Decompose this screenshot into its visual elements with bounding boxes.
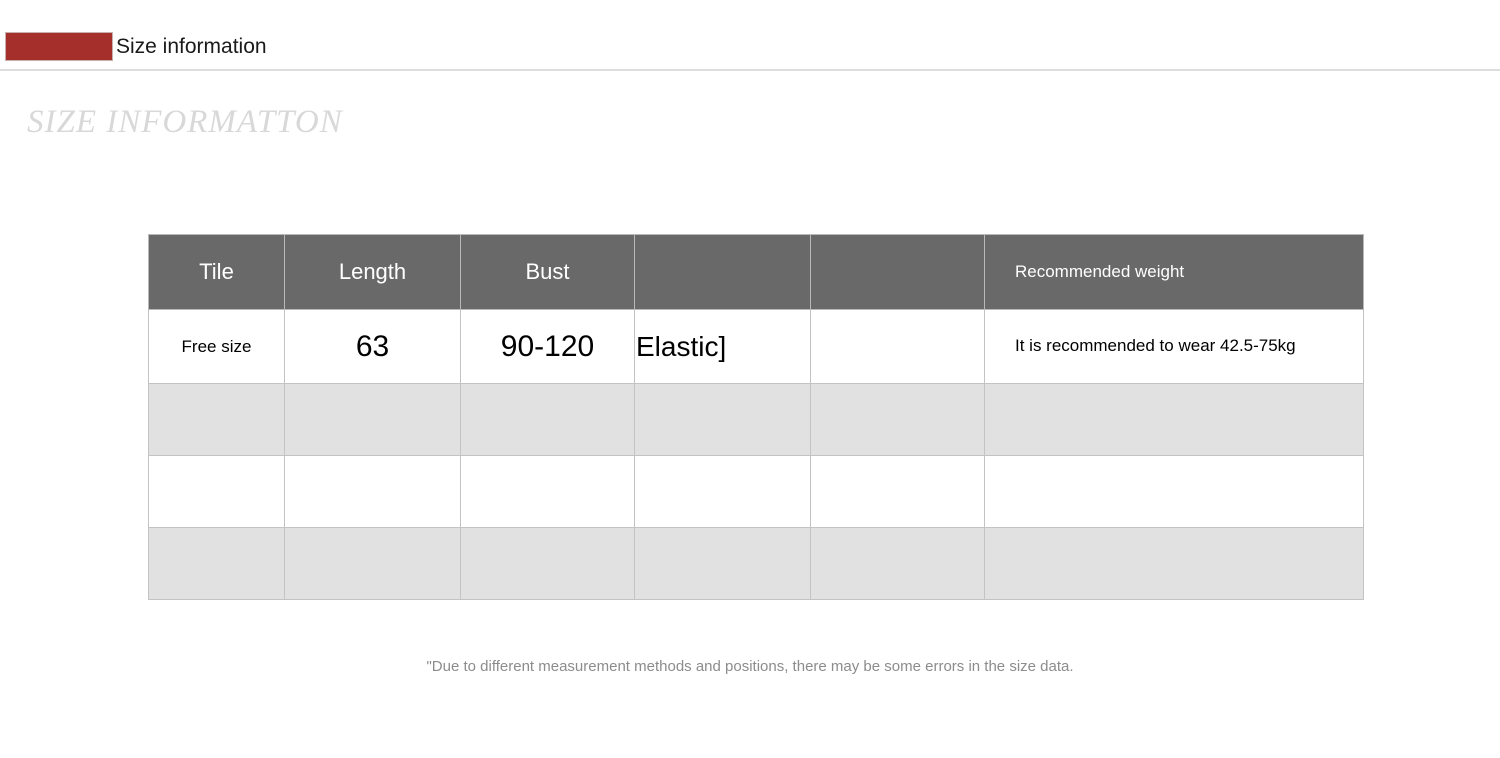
blank-cell	[284, 383, 461, 456]
blank-cell	[810, 383, 985, 456]
top-bar: Size information	[0, 0, 1500, 71]
accent-bar	[5, 32, 113, 61]
size-table-body: Free size 63 90-120 Elastic] It is recom…	[148, 309, 1364, 600]
header-cell-length: Length	[284, 234, 461, 310]
blank-cell	[460, 383, 635, 456]
table-row: Free size 63 90-120 Elastic] It is recom…	[148, 309, 1364, 384]
blank-cell	[460, 527, 635, 600]
table-row-blank	[148, 383, 1364, 456]
cell-length: 63	[284, 309, 461, 384]
blank-cell	[984, 527, 1364, 600]
cell-tile: Free size	[148, 309, 285, 384]
top-bar-title: Size information	[116, 35, 267, 58]
cell-empty-5	[810, 309, 985, 384]
header-cell-empty-4	[634, 234, 811, 310]
blank-cell	[984, 383, 1364, 456]
cell-bust: 90-120	[460, 309, 635, 384]
blank-cell	[634, 383, 811, 456]
blank-cell	[148, 383, 285, 456]
blank-cell	[284, 455, 461, 528]
blank-cell	[634, 455, 811, 528]
header-cell-recommended-weight: Recommended weight	[984, 234, 1364, 310]
cell-recommended-weight: It is recommended to wear 42.5-75kg	[984, 309, 1364, 384]
blank-cell	[460, 455, 635, 528]
header-cell-bust: Bust	[460, 234, 635, 310]
table-row-blank	[148, 527, 1364, 600]
size-disclaimer: "Due to different measurement methods an…	[426, 658, 1074, 675]
header-row: Tile Length Bust Recommended weight	[148, 234, 1364, 310]
page-title: SIZE INFORMATTON	[27, 104, 343, 140]
top-bar-divider	[0, 69, 1500, 71]
blank-cell	[810, 527, 985, 600]
blank-cell	[634, 527, 811, 600]
size-table: Tile Length Bust Recommended weight Free…	[148, 234, 1364, 600]
header-cell-empty-5	[810, 234, 985, 310]
blank-cell	[984, 455, 1364, 528]
size-table-header: Tile Length Bust Recommended weight	[148, 234, 1364, 310]
blank-cell	[810, 455, 985, 528]
header-cell-tile: Tile	[148, 234, 285, 310]
blank-cell	[148, 455, 285, 528]
table-row-blank	[148, 455, 1364, 528]
blank-cell	[148, 527, 285, 600]
blank-cell	[284, 527, 461, 600]
cell-elastic: Elastic]	[634, 309, 811, 384]
